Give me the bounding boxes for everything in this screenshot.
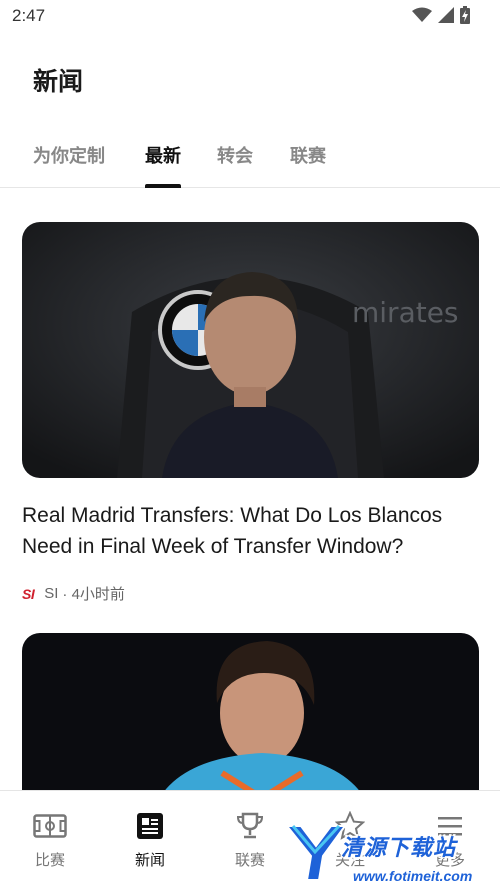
- signal-icon: [438, 7, 454, 23]
- tab-leagues[interactable]: 联赛: [290, 142, 326, 188]
- svg-text:mirates: mirates: [352, 296, 459, 329]
- article-time: · 4小时前: [62, 586, 125, 603]
- tab-label: 联赛: [290, 146, 326, 167]
- watermark: 清源下载站 www.fotimeit.com: [285, 818, 495, 888]
- tab-label: 最新: [145, 146, 181, 167]
- page-title: 新闻: [33, 67, 84, 96]
- battery-icon: [460, 6, 470, 24]
- article-meta: SI SI · 4小时前: [22, 583, 125, 604]
- nav-label: 比赛: [34, 851, 65, 869]
- watermark-text: 清源下载站: [341, 836, 457, 861]
- article-headline[interactable]: Real Madrid Transfers: What Do Los Blanc…: [22, 500, 478, 562]
- watermark-url: www.fotimeit.com: [353, 868, 473, 884]
- nav-label: 新闻: [134, 851, 165, 869]
- status-bar: 2:47: [0, 0, 500, 34]
- watermark-logo-icon: [285, 824, 347, 881]
- nav-label: 联赛: [234, 851, 265, 869]
- wifi-icon: [412, 7, 432, 22]
- tab-transfers[interactable]: 转会: [217, 142, 253, 188]
- source-logo: SI: [22, 585, 35, 602]
- tab-bar: 为你定制 最新 转会 联赛: [0, 130, 500, 188]
- status-time: 2:47: [12, 6, 46, 25]
- article-image[interactable]: mirates: [22, 222, 479, 478]
- nav-matches[interactable]: 比赛: [0, 811, 100, 870]
- source-name: SI: [44, 585, 59, 602]
- tab-label: 转会: [217, 146, 253, 167]
- tab-for-you[interactable]: 为你定制: [33, 142, 105, 188]
- article-image[interactable]: [22, 633, 479, 813]
- pitch-icon: [33, 811, 67, 841]
- news-icon: [137, 811, 163, 841]
- tab-label: 为你定制: [33, 146, 105, 167]
- active-tab-indicator: [145, 184, 181, 188]
- status-icons: [412, 6, 470, 24]
- trophy-icon: [236, 811, 264, 841]
- tab-latest[interactable]: 最新: [145, 142, 181, 188]
- nav-news[interactable]: 新闻: [100, 811, 200, 870]
